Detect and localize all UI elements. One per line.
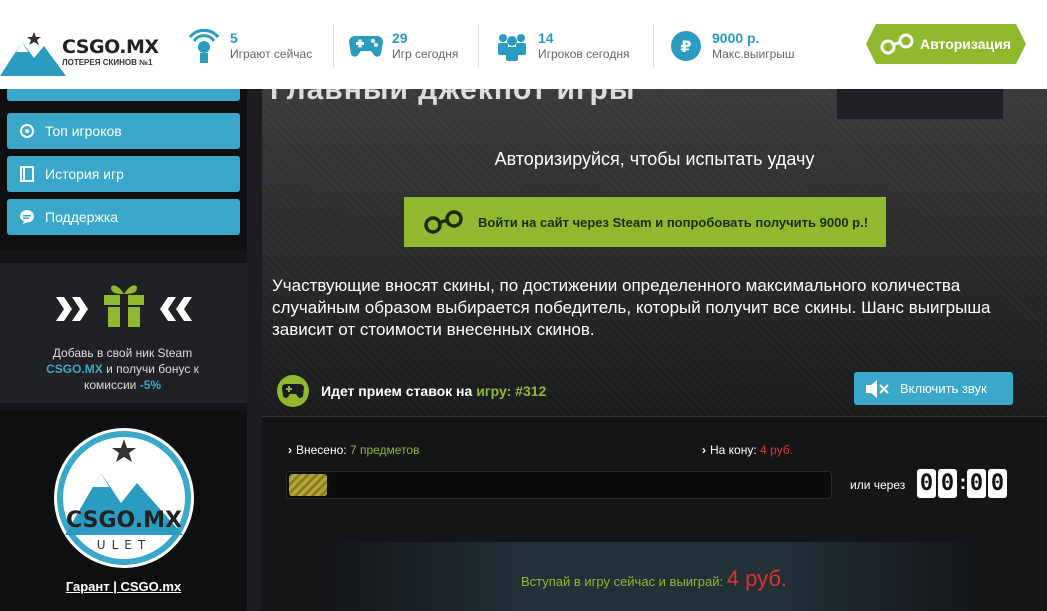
promo-brand: CSGO.MX bbox=[46, 362, 103, 376]
logo-tagline: ЛОТЕРЕЯ СКИНОВ №1 bbox=[62, 58, 153, 67]
top-right-box bbox=[837, 89, 1003, 119]
svg-text:₽: ₽ bbox=[680, 37, 691, 56]
sound-toggle-button[interactable]: Включить звук bbox=[854, 372, 1013, 405]
stat-label: Игр сегодня bbox=[392, 47, 459, 61]
logo-name: CSGO.MX bbox=[62, 36, 159, 58]
auth-message: Авторизируйся, чтобы испытать удачу bbox=[494, 149, 815, 169]
timer-digit: 0 bbox=[967, 469, 986, 498]
game-number[interactable]: игру: #312 bbox=[476, 383, 546, 399]
bet-status: Идет прием ставок на игру: #312 bbox=[277, 373, 546, 409]
guarant-logo-sub: ULET bbox=[97, 538, 151, 552]
promo-line1: Добавь в свой ник Steam bbox=[52, 346, 193, 360]
history-icon bbox=[19, 166, 35, 182]
guarant-logo[interactable]: CSGO.MX ULET bbox=[51, 425, 197, 571]
sound-toggle-label: Включить звук bbox=[900, 381, 987, 396]
auth-button-label: Авторизация bbox=[920, 36, 1011, 52]
stat-players-today: 14 Игроков сегодня bbox=[494, 26, 629, 66]
stat-label: Играют сейчас bbox=[230, 47, 313, 61]
pot-label: На кону: bbox=[710, 443, 761, 457]
mountain-logo-icon bbox=[0, 32, 66, 76]
promo-text: Добавь в свой ник Steam CSGO.MX и получи… bbox=[20, 345, 225, 393]
promo-block: Добавь в свой ник Steam CSGO.MX и получи… bbox=[0, 263, 247, 403]
progress-bar-fill bbox=[289, 474, 327, 496]
support-icon bbox=[19, 209, 35, 225]
timer-digit: 0 bbox=[917, 469, 936, 498]
double-chevron-right-icon bbox=[56, 297, 88, 321]
pot-amount: › На кону: 4 руб. bbox=[702, 443, 793, 457]
stat-value: 14 bbox=[538, 30, 554, 46]
countdown-timer: 0 0 : 0 0 bbox=[917, 469, 1009, 498]
hero-background bbox=[262, 89, 1047, 419]
stat-value: 9000 р. bbox=[712, 30, 760, 46]
stat-playing-now: 5 Играют сейчас bbox=[186, 26, 312, 66]
users-icon bbox=[494, 28, 530, 64]
player-icon bbox=[186, 28, 222, 64]
pot-value: 4 руб. bbox=[760, 443, 793, 457]
page-title-cropped: Главный джекпот игры bbox=[270, 89, 636, 106]
bet-status-text: Идет прием ставок на игру: #312 bbox=[321, 383, 546, 399]
invested-value: 7 предметов bbox=[349, 443, 420, 457]
round-progress: › Внесено: 7 предметов › На кону: 4 руб. и… bbox=[262, 417, 1047, 611]
sidebar-item-history[interactable]: История игр bbox=[7, 156, 240, 192]
auth-button[interactable]: Авторизация bbox=[866, 24, 1026, 64]
gamepad-icon bbox=[348, 28, 384, 64]
progress-bar bbox=[286, 471, 832, 499]
sidebar-item-top-players[interactable]: Топ игроков bbox=[7, 113, 240, 149]
sidebar-item-label: История игр bbox=[45, 166, 124, 182]
invested-items: › Внесено: 7 предметов bbox=[288, 443, 419, 457]
divider bbox=[333, 24, 334, 68]
stat-label: Макс.выигрыш bbox=[712, 47, 795, 61]
invested-label: Внесено: bbox=[296, 443, 350, 457]
top-players-icon bbox=[19, 123, 35, 139]
site-logo[interactable]: CSGO.MX ЛОТЕРЕЯ СКИНОВ №1 bbox=[0, 22, 160, 78]
sidebar-item-label: Поддержка bbox=[45, 209, 119, 225]
steam-icon bbox=[880, 33, 914, 55]
main-panel: Главный джекпот игры Авторизируйся, чтоб… bbox=[262, 89, 1047, 611]
join-text: Вступай в игру сейчас и выиграй: 4 руб. bbox=[324, 566, 984, 592]
guarant-link[interactable]: Гарант | CSGO.mx bbox=[0, 579, 247, 594]
join-label: Вступай в игру сейчас и выиграй: bbox=[520, 574, 727, 589]
sidebar-menu: Топ игроков История игр Поддержка bbox=[0, 65, 247, 249]
top-header: CSGO.MX ЛОТЕРЕЯ СКИНОВ №1 5 Играют сейчас… bbox=[0, 0, 1047, 89]
sidebar-item-label: Топ игроков bbox=[45, 123, 122, 139]
chevron-right-icon: › bbox=[702, 443, 706, 457]
stat-value: 5 bbox=[230, 30, 238, 46]
bet-status-prefix: Идет прием ставок на bbox=[321, 383, 477, 399]
timer-digit: 0 bbox=[938, 469, 957, 498]
gamepad-icon bbox=[277, 375, 309, 407]
steam-login-label: Войти на сайт через Steam и попробовать … bbox=[478, 214, 869, 230]
stat-label: Игроков сегодня bbox=[538, 47, 630, 61]
gift-icon bbox=[104, 285, 144, 327]
ruble-icon: ₽ bbox=[668, 28, 704, 64]
steam-icon bbox=[424, 210, 463, 234]
join-banner: Вступай в игру сейчас и выиграй: 4 руб. bbox=[324, 542, 984, 611]
guarant-logo-text: CSGO.MX bbox=[66, 508, 182, 533]
stat-max-win: ₽ 9000 р. Макс.выигрыш bbox=[668, 26, 795, 66]
divider bbox=[653, 24, 654, 68]
divider bbox=[478, 24, 479, 68]
sidebar-item-support[interactable]: Поддержка bbox=[7, 199, 240, 235]
sidebar: Топ игроков История игр Поддержка Добавь… bbox=[0, 65, 247, 611]
timer-digit: 0 bbox=[988, 469, 1007, 498]
sound-off-icon bbox=[866, 379, 889, 398]
timer-colon: : bbox=[959, 472, 967, 494]
guarant-block: CSGO.MX ULET Гарант | CSGO.mx bbox=[0, 411, 247, 611]
join-sum: 4 руб. bbox=[726, 566, 788, 591]
chevron-right-icon: › bbox=[288, 443, 292, 457]
game-description: Участвующие вносят скины, по достижении … bbox=[272, 276, 991, 339]
double-chevron-left-icon bbox=[160, 297, 192, 321]
promo-percent: -5% bbox=[139, 378, 162, 392]
stat-games-today: 29 Игр сегодня bbox=[348, 26, 458, 66]
steam-login-button[interactable]: Войти на сайт через Steam и попробовать … bbox=[404, 197, 886, 247]
stat-value: 29 bbox=[392, 30, 408, 46]
or-label: или через bbox=[850, 478, 906, 492]
